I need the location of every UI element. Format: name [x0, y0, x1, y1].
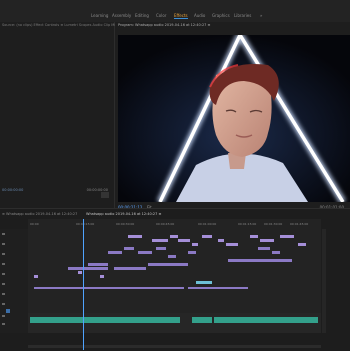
video-frame-image: [118, 35, 350, 202]
workspace-graphics[interactable]: Graphics: [212, 13, 230, 18]
ruler-label: 00:00:45:00: [156, 222, 175, 226]
workspace-learning[interactable]: Learning: [91, 13, 108, 18]
clip: [228, 259, 292, 262]
ruler-label: 00:00:30:00: [116, 222, 135, 226]
clip: [128, 235, 142, 238]
clip: [192, 243, 198, 246]
clip: [148, 263, 188, 266]
timeline-horizontal-scrollbar[interactable]: [28, 345, 321, 348]
audio-clip: [30, 317, 180, 323]
workspace-effects[interactable]: Effects: [174, 13, 188, 19]
clip: [124, 247, 134, 250]
ruler-label: 00:00: [30, 222, 39, 226]
track-headers: [0, 229, 28, 333]
clip: [298, 243, 306, 246]
audio-tracks[interactable]: [28, 313, 321, 333]
clip: [272, 251, 280, 254]
clip: [156, 247, 166, 250]
clip: [100, 275, 104, 278]
timeline-panel: ≡ Whatsapp audio 2019-04-16 at 12:40:27 …: [0, 208, 350, 351]
program-monitor-title[interactable]: Program: Whatsapp audio 2019-04-16 at 12…: [118, 23, 210, 27]
clip: [218, 239, 224, 242]
ruler-label: 00:01:00:00: [198, 222, 217, 226]
clip: [188, 287, 248, 289]
clip: [258, 247, 270, 250]
clip: [138, 251, 152, 254]
ruler-label: 00:01:45:00: [290, 222, 309, 226]
clip: [260, 239, 274, 242]
workspace-more[interactable]: »: [260, 13, 262, 18]
source-settings-icon[interactable]: [100, 192, 110, 198]
workspace-assembly[interactable]: Assembly: [112, 13, 131, 18]
clip: [196, 281, 212, 284]
timeline-tab-2[interactable]: Whatsapp audio 2019-04-16 at 12:40:27 ≡: [86, 212, 161, 216]
video-tracks[interactable]: [28, 229, 321, 313]
clip: [170, 235, 178, 238]
timeline-tab-1[interactable]: ≡ Whatsapp audio 2019-04-16 at 12:40:27: [2, 212, 77, 216]
clip: [188, 251, 196, 254]
clip: [202, 235, 212, 238]
timeline-playhead[interactable]: [83, 219, 84, 350]
clip: [226, 243, 238, 246]
clip: [88, 263, 108, 266]
clip: [108, 251, 122, 254]
program-video-frame: [118, 35, 350, 202]
clip: [250, 235, 258, 238]
workspace-bar: [0, 0, 350, 23]
ruler-label: 00:00:15:00: [76, 222, 95, 226]
program-monitor: Program: Whatsapp audio 2019-04-16 at 12…: [115, 22, 350, 225]
ruler-label: 00:01:15:00: [238, 222, 257, 226]
source-panel: Source: (no clips) Effect Controls ≡ Lum…: [0, 22, 165, 208]
audio-clip: [214, 317, 318, 323]
clip: [34, 287, 184, 289]
timeline-vertical-scrollbar[interactable]: [322, 229, 326, 333]
clip: [78, 271, 82, 274]
workspace-audio[interactable]: Audio: [194, 13, 205, 18]
source-timecode-left: 00:00:00:00: [2, 188, 24, 192]
audio-clip: [192, 317, 212, 323]
clip: [34, 275, 38, 278]
clip: [168, 255, 176, 258]
workspace-editing[interactable]: Editing: [135, 13, 149, 18]
timeline-ruler[interactable]: 00:00 00:00:15:00 00:00:30:00 00:00:45:0…: [28, 219, 321, 229]
clip: [68, 267, 108, 270]
clip: [114, 267, 146, 270]
workspace-color[interactable]: Color: [156, 13, 166, 18]
ruler-label: 00:01:30:00: [264, 222, 283, 226]
clip: [280, 235, 294, 238]
clip: [178, 239, 190, 242]
clip: [152, 239, 168, 242]
workspace-libraries[interactable]: Libraries: [234, 13, 251, 18]
